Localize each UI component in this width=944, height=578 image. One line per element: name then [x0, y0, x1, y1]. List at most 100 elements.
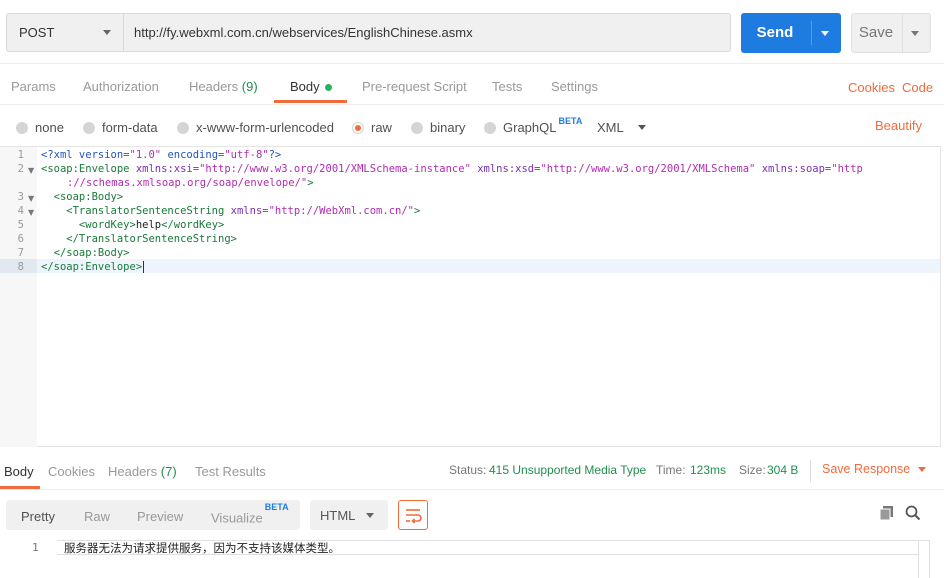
save-label: Save	[858, 24, 894, 41]
raw-format-select[interactable]: XML	[597, 120, 646, 135]
size-label: Size:	[739, 463, 766, 477]
code-line-6: </TranslatorSentenceString>	[41, 233, 237, 245]
code-link[interactable]: Code	[902, 80, 933, 95]
line-number: 5	[17, 219, 24, 231]
line-number: 7	[17, 247, 24, 259]
chevron-down-icon	[918, 467, 927, 473]
radio-circle	[484, 121, 496, 134]
raw-format-value: XML	[597, 120, 624, 135]
format-pretty[interactable]: Pretty	[21, 509, 55, 524]
radio-label: raw	[371, 120, 392, 135]
tab-settings[interactable]: Settings	[551, 79, 598, 94]
radio-binary[interactable]: binary	[411, 120, 465, 135]
copy-icon[interactable]	[879, 505, 895, 524]
save-options-chevron-icon[interactable]	[911, 31, 919, 36]
tab-tests[interactable]: Tests	[492, 79, 522, 94]
response-tab-cookies[interactable]: Cookies	[48, 464, 95, 479]
method-value: POST	[19, 25, 55, 40]
send-button[interactable]: Send	[741, 13, 841, 53]
fold-arrow-icon[interactable]: ▼	[28, 208, 34, 217]
chevron-down-icon	[366, 513, 374, 518]
tab-pre-request-script[interactable]: Pre-request Script	[362, 79, 467, 94]
format-preview[interactable]: Preview	[137, 509, 183, 524]
line-number: 1	[17, 149, 24, 161]
response-tab-headers-label: Headers	[108, 464, 158, 479]
radio-label: GraphQL	[503, 120, 557, 135]
url-value: http://fy.webxml.com.cn/webservices/Engl…	[134, 25, 473, 40]
radio-graphql[interactable]: GraphQL BETA	[484, 116, 582, 135]
code-line-4: <TranslatorSentenceString xmlns="http://…	[41, 205, 421, 217]
response-language-value: HTML	[320, 508, 356, 523]
line-number: 2	[17, 163, 24, 175]
line-number: 4	[17, 205, 24, 217]
radio-circle	[83, 121, 95, 134]
fold-arrow-icon[interactable]: ▼	[28, 194, 34, 203]
radio-circle	[16, 121, 28, 134]
send-options-chevron-icon[interactable]	[821, 31, 829, 36]
tab-headers-count: (9)	[241, 79, 258, 94]
send-label: Send	[756, 24, 794, 41]
request-body-editor[interactable]: 1 2 3 4 5 6 7 8 ▼ ▼ ▼ <?xml version="1.0…	[0, 146, 941, 447]
format-visualize[interactable]: VisualizeBETA	[211, 502, 289, 526]
response-tab-headers-count: (7)	[160, 464, 177, 479]
response-language-select[interactable]: HTML	[310, 500, 388, 530]
line-number: 3	[17, 191, 24, 203]
code-line-7: </soap:Body>	[41, 247, 130, 259]
line-number: 6	[17, 233, 24, 245]
divider	[0, 489, 944, 490]
code-line-8: </soap:Envelope>	[41, 261, 145, 273]
format-visualize-label: Visualize	[211, 510, 263, 526]
radio-label: form-data	[102, 120, 158, 135]
save-button[interactable]: Save	[851, 13, 931, 53]
tab-params[interactable]: Params	[11, 79, 56, 94]
beta-badge: BETA	[558, 115, 583, 126]
cookies-link[interactable]: Cookies	[848, 80, 895, 95]
response-tab-body[interactable]: Body	[4, 464, 34, 479]
method-select[interactable]: POST	[6, 13, 123, 52]
code-line-2-wrap: ://schemas.xmlsoap.org/soap/envelope/">	[67, 177, 314, 189]
radio-circle	[411, 121, 423, 134]
code-line-1: <?xml version="1.0" encoding="utf-8"?>	[41, 149, 282, 161]
radio-none[interactable]: none	[16, 120, 64, 135]
response-tab-headers[interactable]: Headers (7)	[108, 464, 177, 479]
time-value[interactable]: 123ms	[690, 463, 726, 477]
response-format-group: Pretty Raw Preview VisualizeBETA	[6, 500, 300, 530]
response-scrollbar[interactable]	[918, 540, 930, 578]
format-raw[interactable]: Raw	[84, 509, 110, 524]
fold-arrow-icon[interactable]: ▼	[28, 166, 34, 175]
response-line-number: 1	[32, 541, 39, 554]
search-icon[interactable]	[905, 505, 921, 524]
response-tab-test-results[interactable]: Test Results	[195, 464, 266, 479]
active-tab-indicator	[274, 100, 347, 103]
code-line-5: <wordKey>help</wordKey>	[41, 219, 225, 231]
radio-label: x-www-form-urlencoded	[196, 120, 334, 135]
beautify-link[interactable]: Beautify	[875, 118, 922, 133]
radio-label: none	[35, 120, 64, 135]
status-value[interactable]: 415 Unsupported Media Type	[489, 463, 646, 477]
radio-circle	[177, 121, 189, 134]
save-divider	[902, 14, 903, 52]
radio-form-data[interactable]: form-data	[83, 120, 158, 135]
body-indicator-dot	[324, 84, 332, 92]
time-label: Time:	[656, 463, 686, 477]
url-input[interactable]: http://fy.webxml.com.cn/webservices/Engl…	[123, 13, 731, 52]
chevron-down-icon	[637, 125, 646, 130]
tab-body-label: Body	[290, 79, 320, 94]
status-label: Status:	[449, 463, 487, 477]
radio-x-www-form-urlencoded[interactable]: x-www-form-urlencoded	[177, 120, 334, 135]
radio-raw[interactable]: raw	[352, 120, 392, 135]
send-divider	[811, 21, 812, 45]
tab-body[interactable]: Body	[290, 79, 332, 94]
active-line-highlight	[37, 259, 940, 273]
wrap-lines-button[interactable]	[398, 500, 428, 530]
response-body-text: 服务器无法为请求提供服务，因为不支持该媒体类型。	[64, 541, 340, 555]
code-line-3: <soap:Body>	[41, 191, 124, 203]
radio-circle-selected	[352, 121, 364, 134]
tab-authorization[interactable]: Authorization	[83, 79, 159, 94]
radio-label: binary	[430, 120, 466, 135]
size-value[interactable]: 304 B	[767, 463, 798, 477]
divider	[0, 63, 944, 64]
wrap-lines-icon	[406, 509, 422, 524]
save-response-button[interactable]: Save Response	[822, 462, 927, 476]
tab-headers[interactable]: Headers (9)	[189, 79, 258, 94]
